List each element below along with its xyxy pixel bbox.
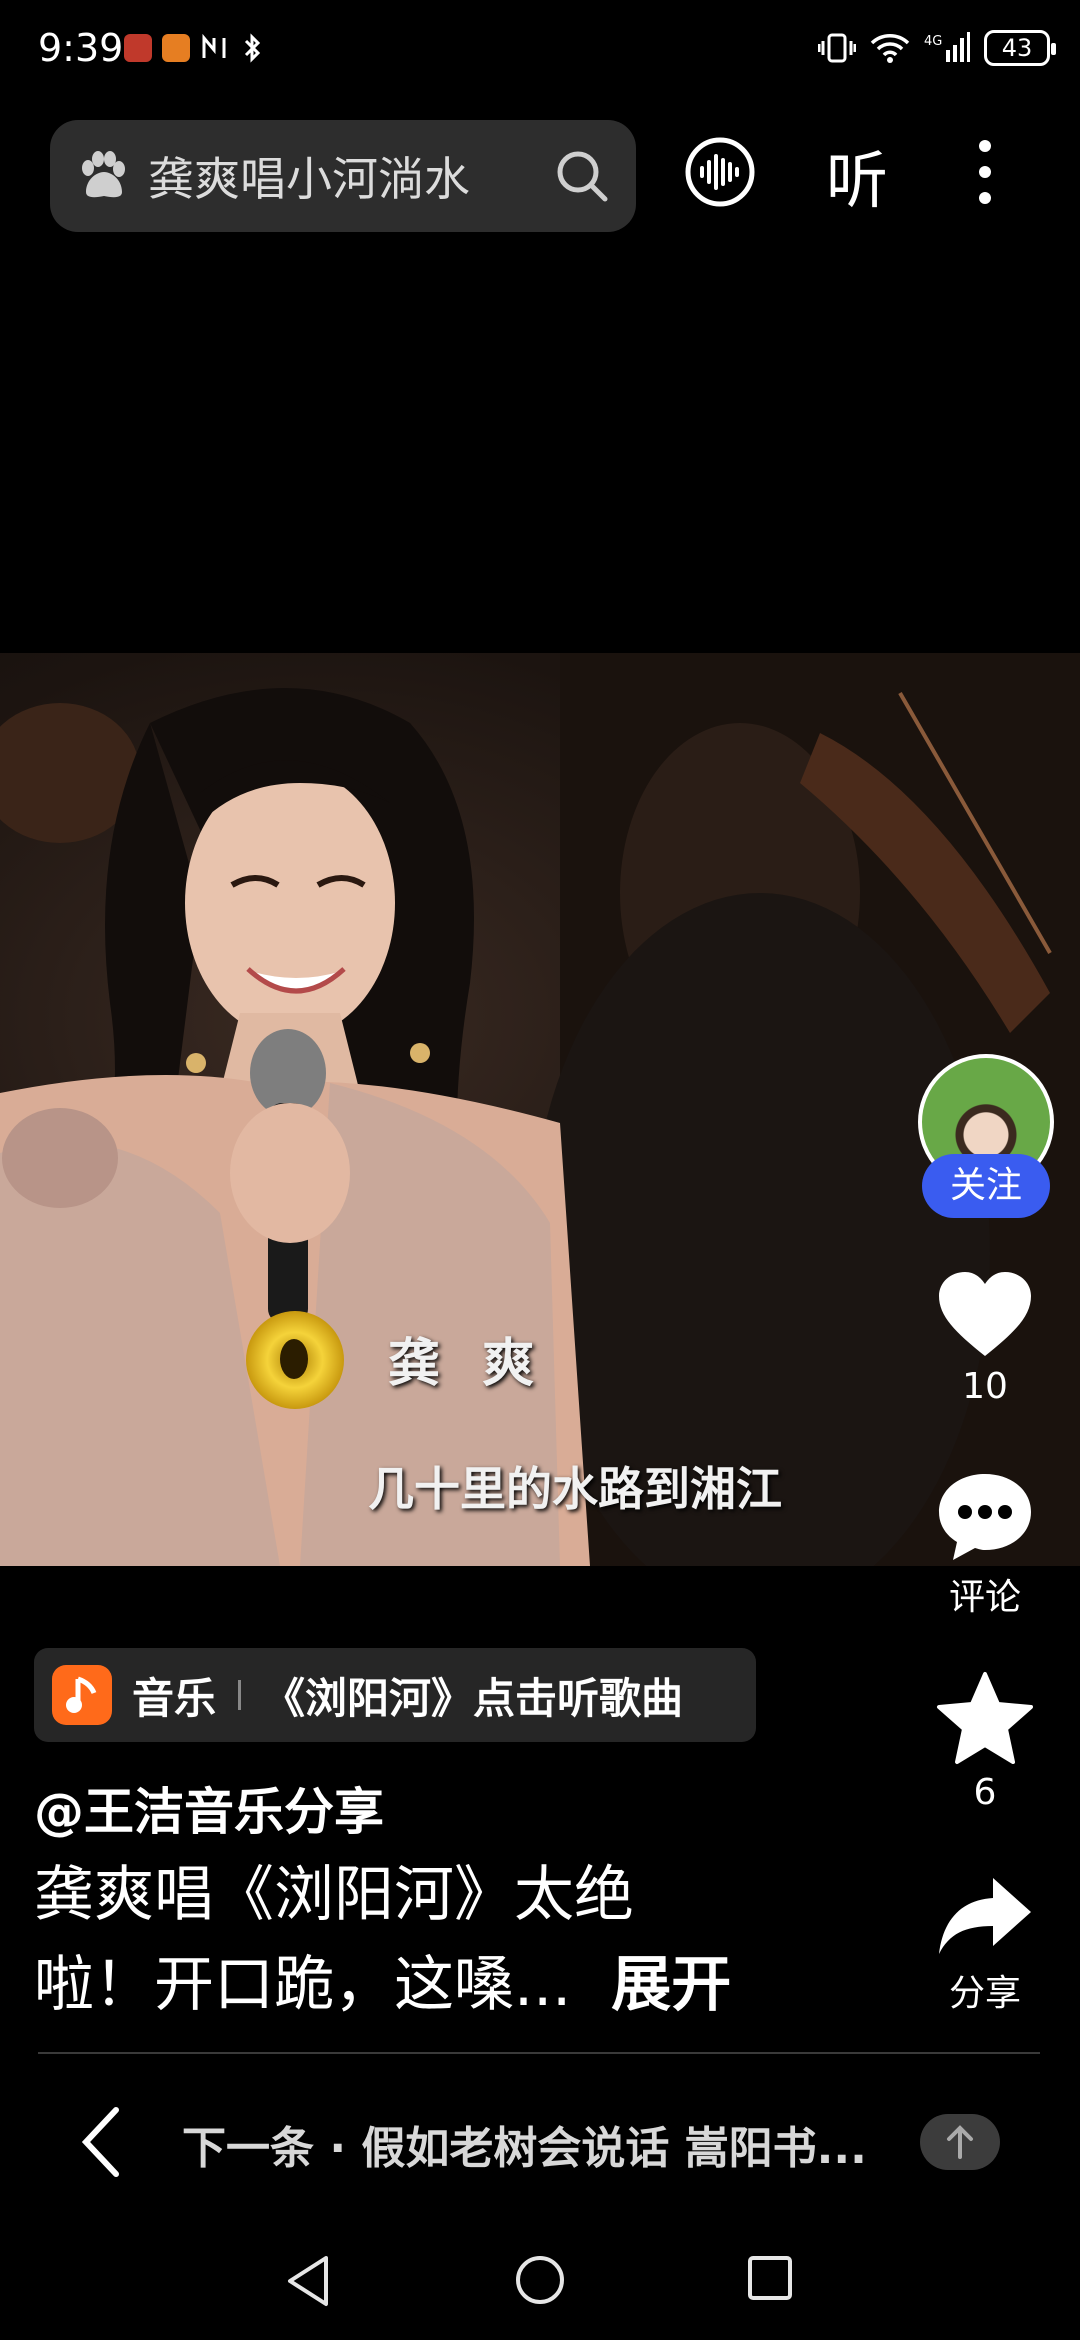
music-label: 音乐 bbox=[132, 1673, 217, 1723]
nfc-icon bbox=[200, 34, 228, 62]
status-time: 9:39 bbox=[38, 26, 124, 70]
like-button[interactable]: 10 bbox=[920, 1270, 1050, 1407]
music-tag[interactable]: 音乐 《浏阳河》点击听歌曲 bbox=[34, 1648, 756, 1742]
author-name[interactable]: @王洁音乐分享 bbox=[34, 1772, 384, 1844]
share-button[interactable]: 分享 bbox=[920, 1874, 1050, 2016]
share-label: 分享 bbox=[948, 1973, 1021, 2014]
follow-button[interactable]: 关注 bbox=[922, 1154, 1050, 1218]
search-query: 龚爽唱小河淌水 bbox=[148, 152, 470, 206]
divider bbox=[38, 2052, 1040, 2054]
battery-indicator: 43 bbox=[984, 30, 1056, 66]
system-nav-bar bbox=[0, 2230, 1080, 2330]
notification-icons bbox=[124, 33, 266, 63]
status-right: 4G 43 bbox=[818, 30, 1056, 66]
search-bar[interactable]: 龚爽唱小河淌水 bbox=[50, 120, 636, 232]
heart-icon bbox=[939, 1272, 1031, 1356]
huawei-app-icon bbox=[124, 34, 152, 62]
more-options-button[interactable] bbox=[970, 138, 1000, 206]
description-line-2: 啦！开口跪，这嗓... bbox=[34, 1950, 572, 2020]
next-video-bar[interactable]: 下一条 · 假如老树会说话 嵩阳书... bbox=[0, 2090, 1080, 2190]
favorite-count: 6 bbox=[973, 1772, 997, 1813]
baidu-paw-icon bbox=[82, 151, 125, 198]
signal-icon: 4G bbox=[924, 32, 970, 62]
comment-label: 评论 bbox=[948, 1577, 1021, 1618]
voice-wave-button[interactable] bbox=[684, 136, 756, 208]
listen-button[interactable]: 听 bbox=[826, 130, 888, 220]
app-notification-icon bbox=[162, 34, 190, 62]
wifi-icon bbox=[870, 34, 910, 63]
music-divider bbox=[238, 1680, 242, 1710]
scroll-up-button[interactable] bbox=[920, 2114, 1000, 2170]
caption-lyric: 几十里的水路到湘江 bbox=[368, 1462, 782, 1516]
comment-button[interactable]: 评论 bbox=[920, 1470, 1050, 1620]
comment-icon bbox=[939, 1474, 1031, 1560]
like-count: 10 bbox=[962, 1366, 1008, 1407]
share-arrow-icon bbox=[939, 1878, 1031, 1954]
nav-recents-icon[interactable] bbox=[746, 2254, 794, 2302]
bluetooth-icon bbox=[238, 33, 266, 63]
status-bar: 9:39 4G 43 bbox=[0, 0, 1080, 100]
more-vertical-icon bbox=[979, 140, 991, 204]
arrow-up-icon bbox=[947, 2125, 973, 2159]
back-chevron-icon[interactable] bbox=[72, 2104, 132, 2180]
music-song-title: 《浏阳河》点击听歌曲 bbox=[263, 1673, 684, 1723]
music-note-icon bbox=[52, 1665, 112, 1725]
caption-singer-name: 龚 爽 bbox=[388, 1333, 547, 1394]
svg-text:4G: 4G bbox=[924, 34, 942, 49]
description-line-1: 龚爽唱《浏阳河》太绝 bbox=[34, 1860, 634, 1930]
nav-back-icon[interactable] bbox=[284, 2254, 334, 2308]
vibrate-icon bbox=[818, 33, 856, 63]
favorite-button[interactable]: 6 bbox=[920, 1670, 1050, 1813]
post-description[interactable]: 龚爽唱《浏阳河》太绝 啦！开口跪，这嗓... 展开 bbox=[34, 1850, 884, 2030]
star-icon bbox=[937, 1672, 1033, 1764]
next-video-title: 下一条 · 假如老树会说话 嵩阳书... bbox=[182, 2123, 867, 2174]
channel-logo bbox=[246, 1311, 344, 1409]
expand-button[interactable]: 展开 bbox=[611, 1950, 731, 2020]
search-icon[interactable] bbox=[552, 146, 612, 206]
nav-home-icon[interactable] bbox=[514, 2254, 566, 2306]
sound-wave-icon bbox=[685, 137, 755, 207]
